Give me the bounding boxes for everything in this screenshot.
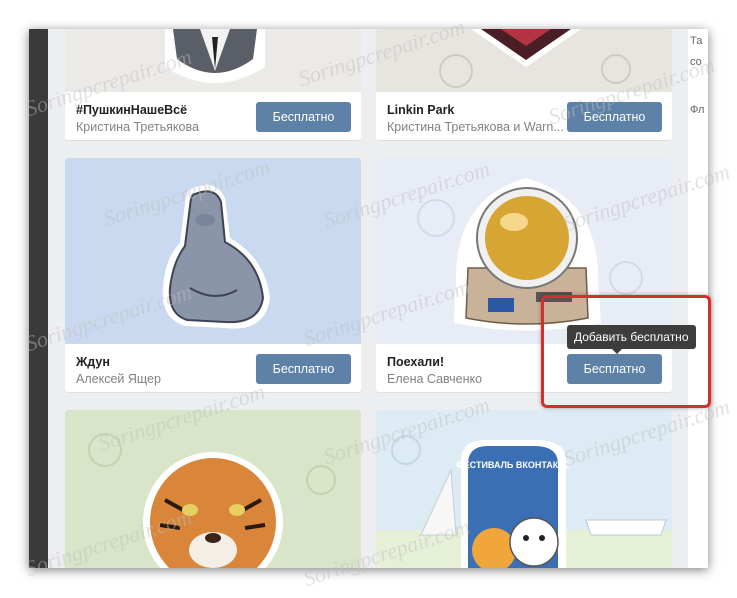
- sticker-pack-card[interactable]: Linkin Park Кристина Третьякова и Warn..…: [376, 29, 672, 140]
- pack-author[interactable]: Елена Савченко: [387, 372, 567, 386]
- sticker-pack-preview[interactable]: [376, 29, 672, 92]
- sticker-pack-card[interactable]: Ждун Алексей Ящер Бесплатно: [65, 158, 361, 392]
- sticker-pack-preview[interactable]: [65, 29, 361, 92]
- side-text: Та: [690, 35, 703, 47]
- zhdun-sticker-image: [162, 184, 270, 329]
- linkin-park-sticker-image: [439, 29, 631, 88]
- pack-author[interactable]: Алексей Ящер: [76, 372, 256, 386]
- side-text: Фл: [690, 104, 705, 116]
- pushkin-sticker-image: [165, 29, 265, 83]
- sticker-pack-preview[interactable]: [65, 410, 361, 568]
- pack-author[interactable]: Кристина Третьякова: [76, 120, 256, 134]
- sticker-pack-card[interactable]: ФЕСТИВАЛЬ ВКОНТАКТЕ: [376, 410, 672, 568]
- free-button[interactable]: Бесплатно: [256, 102, 351, 132]
- highlight-box: [541, 295, 711, 408]
- sticker-pack-preview[interactable]: ФЕСТИВАЛЬ ВКОНТАКТЕ: [376, 410, 672, 568]
- pack-author[interactable]: Кристина Третьякова и Warn...: [387, 120, 567, 134]
- vk-festival-sticker-image: ФЕСТИВАЛЬ ВКОНТАКТЕ: [376, 435, 672, 568]
- pack-title: #ПушкинНашеВсё: [76, 103, 188, 117]
- pack-title: Linkin Park: [387, 103, 455, 117]
- pack-title: Ждун: [76, 355, 110, 369]
- add-free-tooltip: Добавить бесплатно: [567, 325, 696, 354]
- tiger-sticker-image: [88, 433, 336, 568]
- sticker-pack-preview[interactable]: [65, 158, 361, 344]
- festival-badge-text: ФЕСТИВАЛЬ ВКОНТАКТЕ: [456, 460, 570, 470]
- side-text: со: [690, 56, 702, 68]
- pack-title: Поехали!: [387, 355, 445, 369]
- sticker-pack-card[interactable]: [65, 410, 361, 568]
- free-button[interactable]: Бесплатно: [567, 102, 662, 132]
- sticker-pack-card[interactable]: #ПушкинНашеВсё Кристина Третьякова Беспл…: [65, 29, 361, 140]
- free-button[interactable]: Бесплатно: [256, 354, 351, 384]
